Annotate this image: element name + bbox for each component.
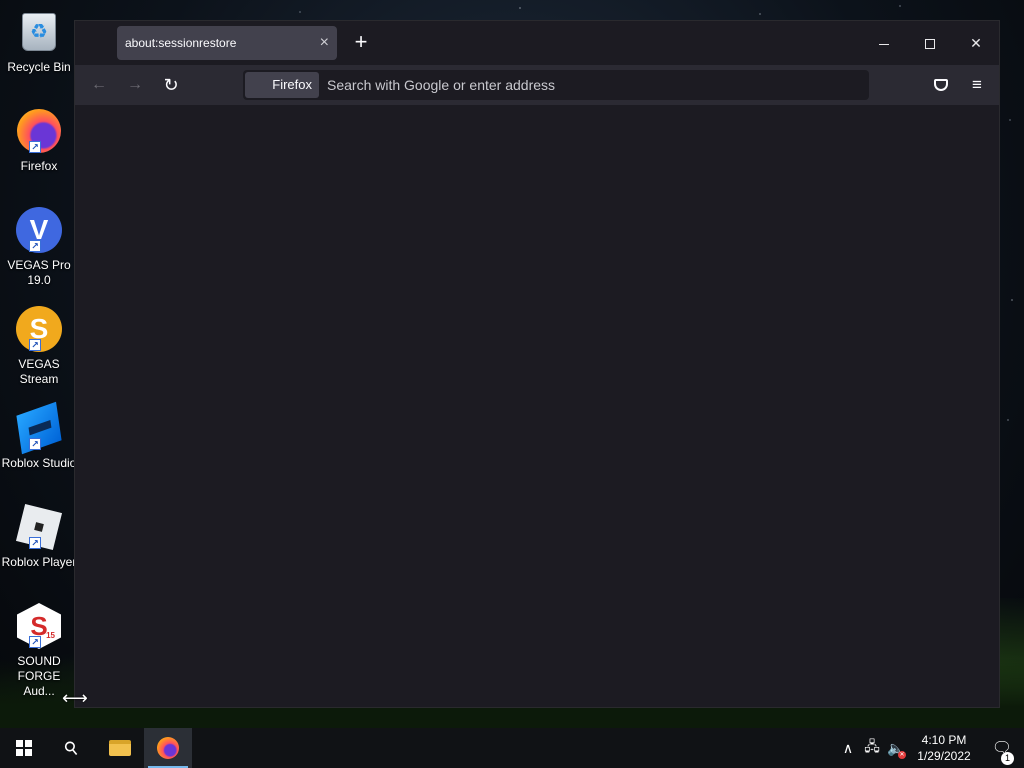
new-tab-button[interactable]: +: [349, 31, 373, 55]
roblox-player-icon: ↗: [15, 503, 63, 551]
recycle-bin-icon: [15, 8, 63, 56]
shortcut-arrow-icon: ↗: [29, 141, 41, 153]
close-window-button[interactable]: ✕: [953, 31, 999, 55]
tab-close-icon[interactable]: ×: [320, 26, 329, 60]
shortcut-arrow-icon: ↗: [29, 240, 41, 252]
tab-title: about:sessionrestore: [125, 36, 237, 50]
show-hidden-icons-button[interactable]: ∧: [836, 740, 860, 757]
app-menu-button[interactable]: ≡: [965, 73, 989, 97]
forward-button[interactable]: →: [123, 73, 147, 97]
maximize-button[interactable]: [907, 31, 953, 55]
clock[interactable]: 4:10 PM 1/29/2022: [908, 732, 980, 764]
taskbar: ⚲ ∧ 🖧 🔈 ✕ 4:10 PM 1/29/2022 🗨 1: [0, 728, 1024, 768]
tab-sessionrestore[interactable]: about:sessionrestore ×: [117, 26, 337, 60]
titlebar: about:sessionrestore × + ✕: [75, 21, 999, 65]
desktop-icon-sound-forge[interactable]: S 15 ↗ SOUND FORGE Aud...: [0, 602, 78, 699]
address-input[interactable]: [327, 70, 857, 100]
volume-muted-icon[interactable]: 🔈 ✕: [884, 740, 908, 759]
navigation-toolbar: ← → ↻ Firefox ≡: [75, 65, 999, 105]
file-explorer-button[interactable]: [96, 728, 144, 768]
folder-icon: [109, 740, 131, 756]
maximize-icon: [925, 39, 935, 50]
desktop-icon-roblox-player[interactable]: ↗ Roblox Player: [0, 503, 78, 570]
save-to-pocket-button[interactable]: [929, 73, 953, 97]
shortcut-arrow-icon: ↗: [29, 438, 41, 450]
shortcut-arrow-icon: ↗: [29, 339, 41, 351]
notification-center-button[interactable]: 🗨 1: [980, 738, 1024, 765]
desktop-icon-roblox-studio[interactable]: ↗ Roblox Studio: [0, 401, 78, 471]
page-content: [75, 105, 999, 707]
vegas-pro-icon: V ↗: [15, 206, 63, 254]
desktop-icon-firefox[interactable]: ↗ Firefox: [0, 107, 78, 174]
search-icon: ⚲: [60, 735, 84, 760]
system-tray: ∧ 🖧 🔈 ✕ 4:10 PM 1/29/2022 🗨 1: [836, 728, 1024, 768]
reload-button[interactable]: ↻: [159, 73, 183, 97]
minimize-icon: [879, 43, 889, 45]
shortcut-arrow-icon: ↗: [29, 636, 41, 648]
desktop-icon-label: Roblox Studio: [1, 456, 77, 470]
desktop-icon-recycle-bin[interactable]: Recycle Bin: [0, 8, 78, 75]
start-button[interactable]: [0, 728, 48, 768]
pocket-icon: [934, 79, 948, 91]
desktop-icon-vegas-pro[interactable]: V ↗ VEGAS Pro 19.0: [0, 206, 78, 288]
desktop-icon-label: VEGAS Stream: [18, 357, 60, 386]
windows-logo-icon: [16, 740, 32, 756]
vegas-stream-icon: S ↗: [15, 305, 63, 353]
firefox-icon: ↗: [15, 107, 63, 155]
back-button[interactable]: ←: [87, 73, 111, 97]
firefox-window: about:sessionrestore × + ✕ ← → ↻ Firefox…: [74, 20, 1000, 708]
desktop-icon-label: Firefox: [20, 159, 58, 173]
desktop-icon-label: Roblox Player: [1, 555, 77, 569]
notification-count-badge: 1: [1001, 752, 1014, 765]
clock-date: 1/29/2022: [917, 749, 971, 763]
clock-time: 4:10 PM: [921, 733, 967, 747]
minimize-button[interactable]: [861, 31, 907, 55]
taskbar-firefox-button[interactable]: [144, 728, 192, 768]
firefox-icon: [157, 737, 179, 759]
shortcut-arrow-icon: ↗: [29, 537, 41, 549]
network-icon[interactable]: 🖧: [860, 736, 884, 760]
url-bar[interactable]: Firefox: [243, 70, 869, 100]
sound-forge-icon: S 15 ↗: [15, 602, 63, 650]
desktop-icon-label: VEGAS Pro 19.0: [7, 258, 71, 287]
roblox-studio-icon: ↗: [15, 401, 63, 455]
resize-cursor-icon: ⟷: [62, 688, 88, 708]
search-button[interactable]: ⚲: [48, 728, 96, 768]
desktop-icon-vegas-stream[interactable]: S ↗ VEGAS Stream: [0, 305, 78, 387]
identity-box[interactable]: Firefox: [245, 72, 319, 98]
desktop-icon-label: Recycle Bin: [7, 60, 71, 74]
